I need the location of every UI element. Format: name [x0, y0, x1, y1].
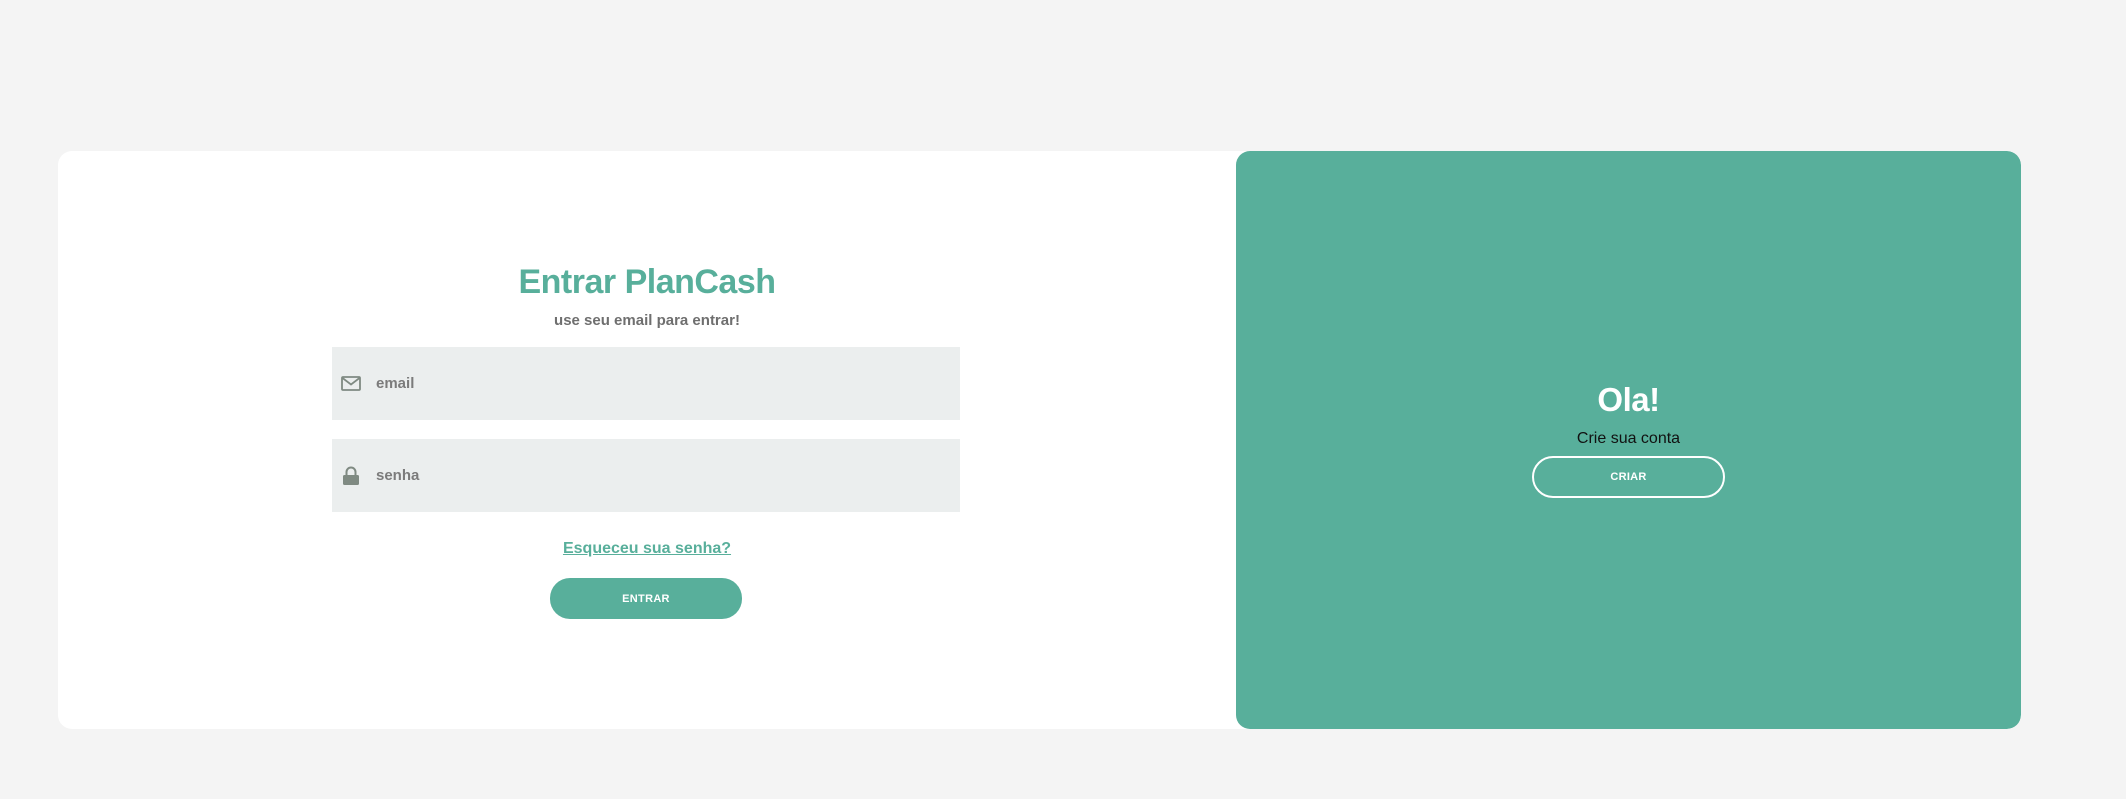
create-account-button[interactable]: CRIAR: [1532, 456, 1725, 498]
signin-panel: Entrar PlanCash use seu email para entra…: [58, 151, 1236, 729]
signup-text: Crie sua conta: [1576, 430, 1681, 447]
lock-icon: [340, 465, 362, 487]
signup-panel: Ola! Crie sua conta CRIAR: [1236, 151, 2021, 729]
forgot-password-row: Esqueceu sua senha?: [58, 540, 1236, 558]
email-input[interactable]: [376, 347, 960, 420]
forgot-password-link[interactable]: Esqueceu sua senha?: [563, 540, 731, 557]
signup-heading: Ola!: [1597, 381, 1660, 418]
password-field: [332, 439, 960, 512]
login-card: Entrar PlanCash use seu email para entra…: [58, 151, 2021, 729]
signin-title: Entrar PlanCash: [518, 263, 776, 301]
password-input[interactable]: [376, 439, 960, 512]
envelope-icon: [340, 373, 362, 395]
signin-subtitle: use seu email para entrar!: [554, 312, 740, 329]
signin-button[interactable]: ENTRAR: [550, 578, 742, 619]
email-field: [332, 347, 960, 420]
